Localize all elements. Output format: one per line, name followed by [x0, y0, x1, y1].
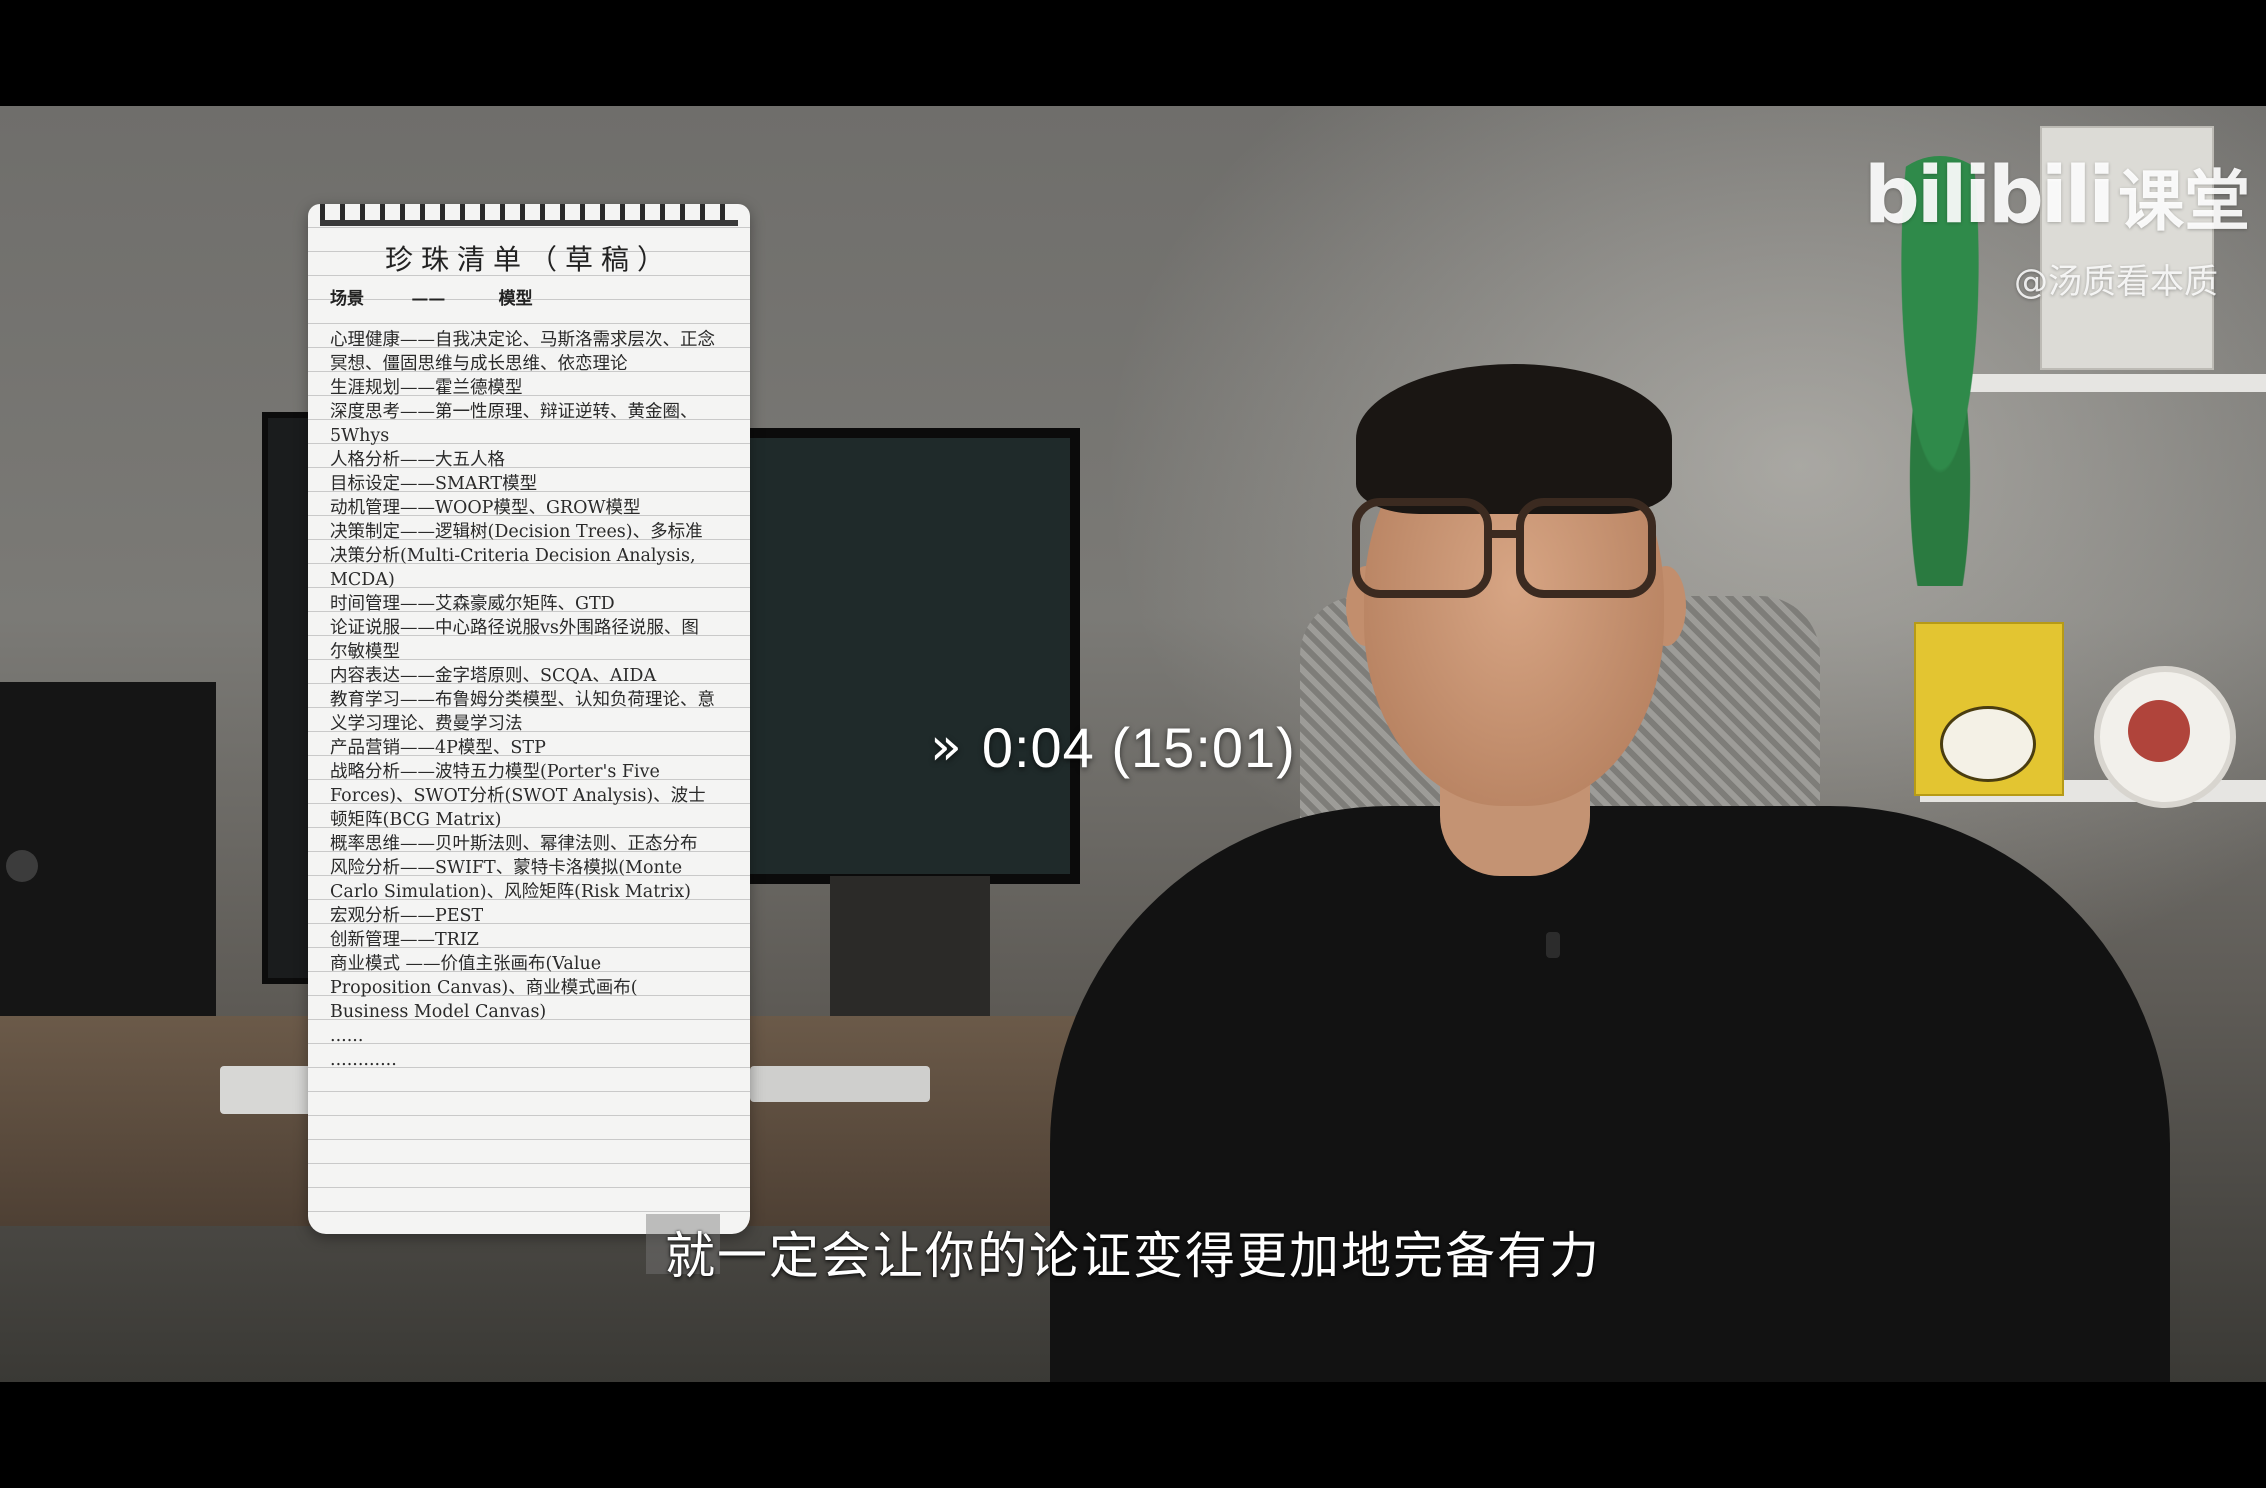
lapel-microphone [1546, 932, 1560, 958]
fast-forward-icon: » [930, 717, 962, 777]
notepad-line: 教育学习——布鲁姆分类模型、认知负荷理论、意 [330, 690, 715, 710]
header-model: 模型 [498, 289, 533, 309]
background-monitor [740, 428, 1080, 884]
notepad-line: 风险分析——SWIFT、蒙特卡洛模拟(Monte [330, 858, 683, 878]
notepad-line: Proposition Canvas)、商业模式画布( [330, 978, 638, 998]
glasses-bridge [1490, 530, 1520, 538]
notepad-line: 宏观分析——PEST [330, 906, 484, 926]
notepad-line: 动机管理——WOOP模型、GROW模型 [330, 498, 641, 518]
notepad-line: 心理健康——自我决定论、马斯洛需求层次、正念 [330, 330, 715, 350]
mouse-pad [750, 1066, 930, 1102]
glasses-lens-right [1516, 498, 1656, 598]
notepad-line: MCDA) [330, 570, 395, 590]
logo-sub: 课堂 [2118, 163, 2251, 240]
logo-brand: bilibili [1864, 151, 2115, 241]
book-smiley [1940, 706, 2036, 782]
notepad-line: 商业模式 ——价值主张画布(Value [330, 954, 602, 974]
uploader-watermark: @汤质看本质 [2014, 262, 2218, 302]
plate-center [2128, 700, 2190, 762]
notepad-line: 义学习理论、费曼学习法 [330, 714, 523, 734]
subtitle-caption: 就一定会让你的论证变得更加地完备有力 [665, 1227, 1601, 1285]
notepad-line: 顿矩阵(BCG Matrix) [330, 810, 502, 830]
presenter-body [1050, 806, 2170, 1382]
presenter-hair [1356, 364, 1672, 514]
notepad-overlay: 珍珠清单（草稿） 场景 —— 模型 心理健康——自我决定论、马斯洛需求层次、正念… [308, 204, 750, 1234]
notepad-line: 概率思维——贝叶斯法则、幂律法则、正态分布 [330, 834, 698, 854]
notepad-line: 人格分析——大五人格 [330, 450, 505, 470]
seek-indicator: » 0:04 (15:01) [930, 712, 1296, 782]
notepad-line: 5Whys [330, 426, 390, 446]
notepad-line: 决策分析(Multi-Criteria Decision Analysis, [330, 546, 696, 566]
notepad-line: Carlo Simulation)、风险矩阵(Risk Matrix) [330, 882, 691, 902]
bilibili-course-logo: bilibili课堂 [1864, 148, 2250, 248]
spiral-bar [320, 220, 738, 226]
notepad-title: 珍珠清单（草稿） [384, 243, 673, 276]
seek-time: 0:04 (15:01) [981, 715, 1296, 779]
notepad-line: 内容表达——金字塔原则、SCQA、AIDA [330, 666, 657, 686]
pc-tower-button [6, 850, 38, 882]
notepad-line: 论证说服——中心路径说服vs外围路径说服、图 [330, 618, 699, 638]
notepad-line: 产品营销——4P模型、STP [330, 738, 546, 758]
notepad-line: 生涯规划——霍兰德模型 [330, 378, 523, 398]
notepad-line: Business Model Canvas) [330, 1002, 547, 1022]
notepad-list: 心理健康——自我决定论、马斯洛需求层次、正念 冥想、僵固思维与成长思维、依恋理论生… [330, 328, 740, 1072]
notepad-line: 创新管理——TRIZ [330, 930, 479, 950]
notepad-line: Forces)、SWOT分析(SWOT Analysis)、波士 [330, 786, 706, 806]
notepad-line: 尔敏模型 [330, 642, 400, 662]
header-scene: 场景 [330, 289, 364, 309]
notepad-line: 目标设定——SMART模型 [330, 474, 538, 494]
notepad-line: 决策制定——逻辑树(Decision Trees)、多标准 [330, 522, 703, 542]
notepad-line: 战略分析——波特五力模型(Porter's Five [330, 762, 660, 782]
notepad-line: 冥想、僵固思维与成长思维、依恋理论 [330, 354, 628, 374]
header-separator: —— [411, 289, 446, 309]
notepad-line: ...... [330, 1026, 364, 1046]
notepad-line: 时间管理——艾森豪威尔矩阵、GTD [330, 594, 615, 614]
notepad-line: 深度思考——第一性原理、辩证逆转、黄金圈、 [330, 402, 698, 422]
glasses-lens-left [1352, 498, 1492, 598]
notepad-line: ............ [330, 1050, 397, 1070]
notepad-header: 场景 —— 模型 [330, 284, 533, 309]
